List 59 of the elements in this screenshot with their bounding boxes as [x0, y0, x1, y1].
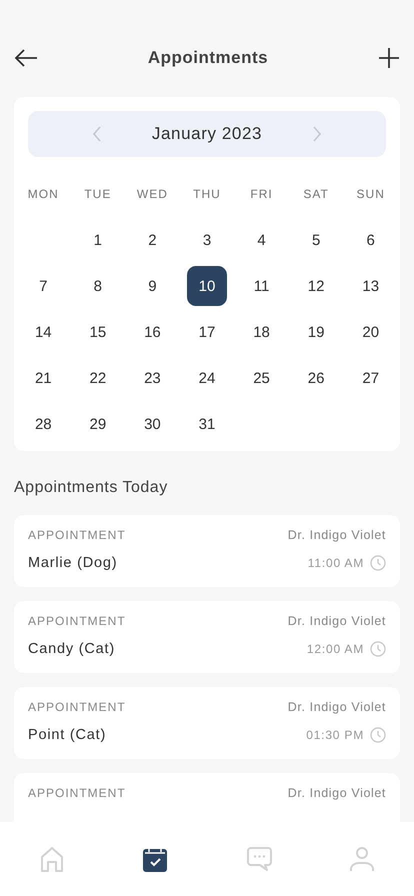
appointment-card[interactable]: APPOINTMENT Dr. Indigo Violet Candy (Cat) 12:00 AM	[14, 601, 400, 673]
appointment-time: 12:00 AM	[306, 642, 364, 656]
appointment-card[interactable]: APPOINTMENT Dr. Indigo Violet Point (Cat) 01:30 PM	[14, 687, 400, 759]
calendar-date[interactable]: 13	[350, 266, 391, 306]
calendar-date[interactable]: 18	[242, 312, 282, 352]
calendar-date[interactable]: 3	[186, 220, 227, 260]
calendar-date[interactable]: 5	[296, 220, 336, 260]
calendar-date[interactable]: 20	[350, 312, 391, 352]
selected-date[interactable]: 10	[186, 266, 227, 306]
doctor-name: Dr. Indigo Violet	[288, 528, 386, 542]
weekday-label: FRI	[250, 187, 273, 201]
appointment-label: APPOINTMENT	[28, 700, 126, 714]
calendar-date[interactable]: 31	[186, 404, 227, 444]
calendar-date[interactable]: 19	[296, 312, 336, 352]
doctor-name: Dr. Indigo Violet	[288, 614, 386, 628]
patient-name: Candy (Cat)	[28, 641, 115, 657]
doctor-name: Dr. Indigo Violet	[288, 700, 386, 714]
calendar-date[interactable]: 7	[23, 266, 64, 306]
calendar-date[interactable]: 8	[78, 266, 118, 306]
appointment-label: APPOINTMENT	[28, 786, 126, 800]
appointment-card[interactable]: APPOINTMENT Dr. Indigo Violet Marlie (Dog) 11:00 AM	[14, 515, 400, 587]
calendar-date[interactable]: 21	[23, 358, 64, 398]
calendar-date[interactable]: 14	[23, 312, 64, 352]
calendar-date[interactable]: 27	[350, 358, 391, 398]
weekday-label: SAT	[303, 187, 329, 201]
calendar-date[interactable]: 26	[296, 358, 336, 398]
appointment-time: 11:00 AM	[308, 556, 364, 570]
calendar-date[interactable]: 28	[23, 404, 64, 444]
calendar-date[interactable]: 22	[78, 358, 118, 398]
weekday-label: WED	[136, 187, 168, 201]
calendar-date[interactable]: 2	[132, 220, 172, 260]
screen-title: Appointments	[148, 48, 268, 68]
appointment-time: 01:30 PM	[306, 728, 364, 742]
calendar-date[interactable]: 1	[78, 220, 118, 260]
calendar-date[interactable]: 29	[78, 404, 118, 444]
calendar-date[interactable]: 30	[132, 404, 172, 444]
patient-name: Marlie (Dog)	[28, 555, 118, 571]
doctor-name: Dr. Indigo Violet	[288, 786, 386, 800]
calendar-date[interactable]: 23	[132, 358, 172, 398]
appointment-label: APPOINTMENT	[28, 614, 126, 628]
calendar-date[interactable]: 11	[242, 266, 282, 306]
appointment-label: APPOINTMENT	[28, 528, 126, 542]
calendar-date[interactable]: 4	[242, 220, 282, 260]
calendar-date[interactable]: 12	[296, 266, 336, 306]
calendar-date[interactable]: 24	[186, 358, 227, 398]
weekday-label: MON	[28, 187, 59, 201]
calendar-date[interactable]: 17	[186, 312, 227, 352]
patient-name: Point (Cat)	[28, 727, 106, 743]
calendar-date[interactable]: 16	[132, 312, 172, 352]
calendar-date[interactable]: 25	[242, 358, 282, 398]
section-heading: Appointments Today	[14, 479, 169, 497]
month-label: January 2023	[152, 124, 262, 144]
weekday-label: SUN	[356, 187, 385, 201]
weekday-label: TUE	[84, 187, 112, 201]
calendar-date[interactable]: 6	[350, 220, 391, 260]
weekday-label: THU	[193, 187, 221, 201]
calendar-date[interactable]: 9	[132, 266, 172, 306]
appointment-card[interactable]: APPOINTMENT Dr. Indigo Violet	[14, 773, 400, 822]
calendar-date[interactable]: 15	[78, 312, 118, 352]
